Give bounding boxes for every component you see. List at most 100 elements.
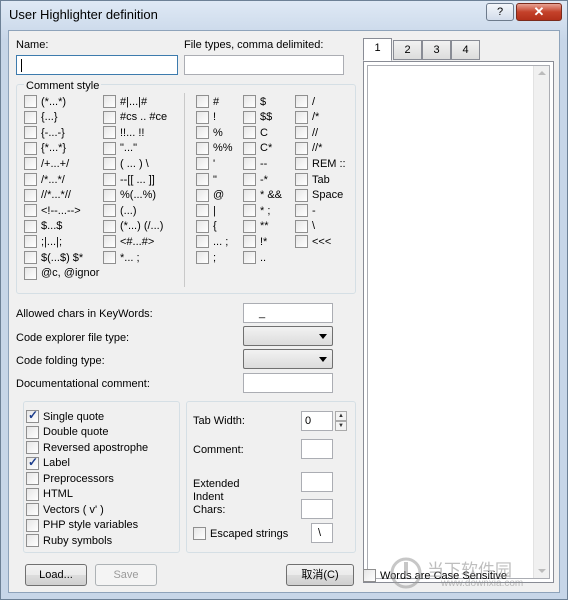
close-button[interactable]: ✕ (516, 3, 562, 21)
checkbox-box[interactable] (24, 173, 37, 186)
code-explorer-select[interactable] (243, 326, 333, 346)
checkbox-box[interactable] (103, 235, 116, 249)
comment-style-checkbox[interactable]: /+...+/ (24, 157, 69, 171)
checkbox-box[interactable] (196, 251, 209, 264)
checkbox-box[interactable] (26, 455, 39, 470)
comment-style-checkbox[interactable]: # (196, 95, 219, 108)
comment-style-checkbox[interactable]: / (295, 95, 315, 108)
checkbox-box[interactable] (24, 266, 37, 280)
comment-style-checkbox[interactable]: //*...*// (24, 188, 71, 202)
option-checkbox[interactable]: HTML (26, 487, 73, 501)
checkbox-box[interactable] (103, 251, 116, 264)
comment-style-checkbox[interactable]: ( ... ) \ (103, 157, 149, 171)
comment-style-checkbox[interactable]: * ; (243, 204, 270, 218)
comment-style-checkbox[interactable]: @c, @ignor (24, 266, 99, 280)
checkbox-box[interactable] (243, 204, 256, 218)
checkbox-box[interactable] (26, 503, 39, 516)
checkbox-box[interactable] (295, 235, 308, 249)
comment-style-checkbox[interactable]: (*...*) (24, 95, 66, 108)
checkbox-box[interactable] (196, 141, 209, 155)
comment-style-checkbox[interactable]: ;|...|; (24, 235, 62, 249)
checkbox-box[interactable] (196, 126, 209, 140)
extended-indent-input-2[interactable] (301, 499, 333, 519)
checkbox-box[interactable] (363, 569, 376, 582)
checkbox-box[interactable] (26, 534, 39, 547)
checkbox-box[interactable] (26, 487, 39, 501)
comment-style-checkbox[interactable]: {*...*} (24, 141, 66, 155)
checkbox-box[interactable] (103, 173, 116, 186)
tab-1[interactable]: 1 (363, 38, 392, 61)
comment-style-checkbox[interactable]: %% (196, 141, 233, 155)
comment-style-checkbox[interactable]: "..." (103, 141, 137, 155)
checkbox-box[interactable] (295, 141, 308, 155)
option-checkbox[interactable]: Label (26, 455, 70, 470)
comment-style-checkbox[interactable]: C* (243, 141, 272, 155)
checkbox-box[interactable] (26, 408, 39, 423)
option-checkbox[interactable]: Reversed apostrophe (26, 441, 148, 454)
comment-style-checkbox[interactable]: -- (243, 157, 267, 171)
checkbox-box[interactable] (24, 95, 37, 108)
checkbox-box[interactable] (103, 126, 116, 140)
checkbox-box[interactable] (243, 141, 256, 155)
escaped-strings-input[interactable]: \ (311, 523, 333, 543)
checkbox-box[interactable] (295, 204, 308, 218)
checkbox-box[interactable] (295, 219, 308, 233)
comment-style-checkbox[interactable]: | (196, 204, 216, 218)
comment-style-checkbox[interactable]: #cs .. #ce (103, 110, 167, 124)
file-types-input[interactable] (184, 55, 344, 75)
option-checkbox[interactable]: Ruby symbols (26, 534, 112, 547)
tab-4[interactable]: 4 (451, 40, 480, 60)
checkbox-box[interactable] (103, 141, 116, 155)
comment-style-checkbox[interactable]: (...) (103, 204, 137, 218)
checkbox-box[interactable] (243, 95, 256, 108)
checkbox-box[interactable] (103, 157, 116, 171)
comment-style-checkbox[interactable]: <<< (295, 235, 331, 249)
checkbox-box[interactable] (193, 527, 206, 540)
save-button[interactable]: Save (95, 564, 157, 586)
name-input[interactable] (16, 55, 178, 75)
comment-style-checkbox[interactable]: Tab (295, 173, 330, 186)
checkbox-box[interactable] (295, 188, 308, 202)
comment-style-checkbox[interactable]: %(...%) (103, 188, 156, 202)
checkbox-box[interactable] (295, 126, 308, 140)
checkbox-box[interactable] (243, 173, 256, 186)
tab-3[interactable]: 3 (422, 40, 451, 60)
checkbox-box[interactable] (196, 188, 209, 202)
comment-style-checkbox[interactable]: $ (243, 95, 266, 108)
option-checkbox[interactable]: Single quote (26, 408, 104, 423)
comment-style-checkbox[interactable]: $...$ (24, 219, 62, 233)
comment-style-checkbox[interactable]: ! (196, 110, 216, 124)
checkbox-box[interactable] (196, 157, 209, 171)
checkbox-box[interactable] (103, 204, 116, 218)
doc-comment-input[interactable] (243, 373, 333, 393)
checkbox-box[interactable] (196, 95, 209, 108)
comment-style-checkbox[interactable]: --[[ ... ]] (103, 173, 155, 186)
checkbox-box[interactable] (103, 219, 116, 233)
comment-style-checkbox[interactable]: - (295, 204, 316, 218)
checkbox-box[interactable] (295, 173, 308, 186)
checkbox-box[interactable] (26, 441, 39, 454)
option-checkbox[interactable]: Vectors ( v' ) (26, 503, 104, 516)
comment-style-checkbox[interactable]: \ (295, 219, 315, 233)
checkbox-box[interactable] (243, 126, 256, 140)
option-checkbox[interactable]: PHP style variables (26, 518, 138, 532)
comment-style-checkbox[interactable]: !* (243, 235, 267, 249)
tab-width-input[interactable]: 0 (301, 411, 333, 431)
checkbox-box[interactable] (26, 425, 39, 439)
checkbox-box[interactable] (103, 110, 116, 124)
comment-style-checkbox[interactable]: #|...|# (103, 95, 147, 108)
checkbox-box[interactable] (24, 204, 37, 218)
checkbox-box[interactable] (24, 251, 37, 264)
cancel-button[interactable]: 取消(C) (286, 564, 354, 586)
checkbox-box[interactable] (243, 110, 256, 124)
comment-style-checkbox[interactable]: " (196, 173, 217, 186)
checkbox-box[interactable] (26, 472, 39, 485)
checkbox-box[interactable] (196, 235, 209, 249)
checkbox-box[interactable] (24, 235, 37, 249)
comment-style-checkbox[interactable]: <#...#> (103, 235, 154, 249)
checkbox-box[interactable] (196, 173, 209, 186)
checkbox-box[interactable] (26, 518, 39, 532)
checkbox-box[interactable] (295, 95, 308, 108)
comment-style-checkbox[interactable]: C (243, 126, 268, 140)
checkbox-box[interactable] (295, 110, 308, 124)
